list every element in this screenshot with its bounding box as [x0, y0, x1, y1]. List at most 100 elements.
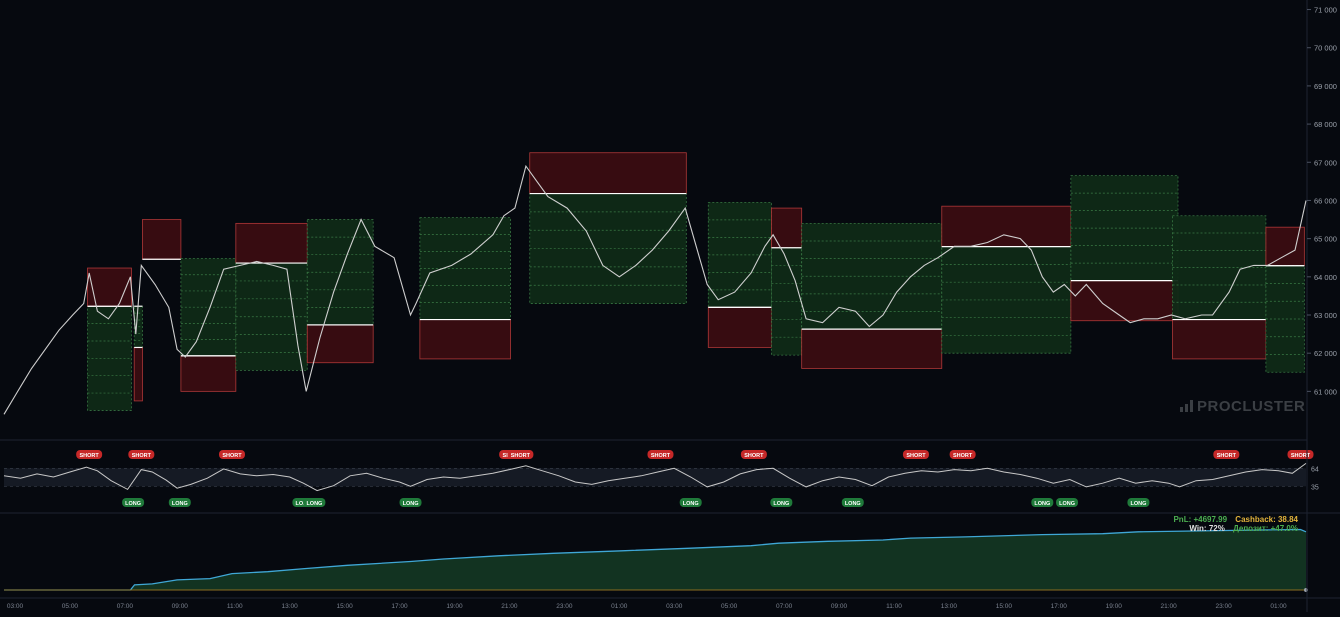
- time-tick-label: 09:00: [831, 603, 848, 610]
- time-tick-label: 11:00: [227, 603, 243, 610]
- trade-zone-short: [801, 328, 943, 369]
- time-tick-label: 01:00: [611, 603, 628, 610]
- time-tick-label: 03:00: [7, 603, 24, 610]
- signal-long: LONG: [168, 498, 191, 507]
- time-tick-label: 21:00: [1161, 603, 1178, 610]
- signal-label: LONG: [403, 501, 419, 507]
- time-tick-label: 13:00: [282, 603, 299, 610]
- signal-long: LONG: [1056, 498, 1079, 507]
- osc-band: [4, 468, 1306, 487]
- time-tick-label: 11:00: [886, 603, 902, 610]
- trade-zone-short: [235, 222, 308, 264]
- trade-zone-short: [529, 152, 687, 194]
- cashback-value: Cashback: 38.84: [1235, 515, 1298, 524]
- signal-label: SHORT: [1291, 453, 1311, 459]
- trade-zone-short: [306, 324, 374, 364]
- equity-pane[interactable]: [4, 528, 1308, 593]
- signal-short: SHORT: [1213, 450, 1240, 459]
- signal-short: SHORT: [218, 450, 245, 459]
- signal-short: SHORT: [949, 450, 976, 459]
- watermark-prefix: PRO: [1197, 398, 1232, 415]
- signal-label: LONG: [1130, 501, 1146, 507]
- signal-long: LONG: [841, 498, 864, 507]
- time-tick-label: 23:00: [556, 603, 573, 610]
- trade-zone-short: [941, 205, 1072, 248]
- logo-bars-icon: [1180, 400, 1193, 412]
- time-tick-label: 09:00: [172, 603, 189, 610]
- signal-long: LONG: [679, 498, 702, 507]
- price-tick-label: 67 000: [1314, 158, 1337, 167]
- signal-short: SHORT: [128, 450, 155, 459]
- time-tick-label: 07:00: [776, 603, 793, 610]
- time-tick-label: 15:00: [336, 603, 353, 610]
- signal-long: LONG: [770, 498, 793, 507]
- signal-label: LONG: [683, 501, 699, 507]
- time-tick-label: 05:00: [721, 603, 738, 610]
- trade-zone-short: [771, 207, 803, 249]
- signal-short: SHORT: [740, 450, 767, 459]
- signal-long: LONG: [303, 498, 326, 507]
- procluster-watermark: PROCLUSTER: [1180, 398, 1305, 415]
- price-pane[interactable]: [3, 152, 1307, 415]
- oscillator-pane[interactable]: SHORT SHORT SHORT SHORT SHORT SHORT SHORT SHORT…: [3, 450, 1314, 507]
- signal-label: LONG: [306, 501, 322, 507]
- price-tick-label: 68 000: [1314, 120, 1337, 129]
- osc-tick-label: 35: [1311, 484, 1319, 491]
- trading-chart-screen: SHORT SHORT SHORT SHORT SHORT SHORT SHORT SHORT…: [0, 0, 1340, 612]
- signal-label: LONG: [773, 501, 789, 507]
- signal-short: SHORT: [1287, 450, 1314, 459]
- signal-long: LONG: [122, 498, 145, 507]
- signal-label: LONG: [845, 501, 861, 507]
- win-rate-value: Win: 72%: [1189, 524, 1225, 533]
- signal-short: SHORT: [902, 450, 929, 459]
- chart-canvas[interactable]: SHORT SHORT SHORT SHORT SHORT SHORT SHORT SHORT…: [0, 0, 1340, 612]
- signal-label: SHORT: [906, 453, 926, 459]
- signal-label: SHORT: [953, 453, 973, 459]
- signal-long: LONG: [1127, 498, 1150, 507]
- signal-label: LONG: [172, 501, 188, 507]
- trade-zone-short: [142, 219, 182, 260]
- signal-label: LONG: [1059, 501, 1075, 507]
- time-tick-label: 17:00: [1051, 603, 1068, 610]
- time-tick-label: 19:00: [446, 603, 463, 610]
- stats-row-1: PnL: +4697.99 Cashback: 38.84: [1167, 515, 1298, 524]
- price-tick-label: 71 000: [1314, 6, 1337, 15]
- trade-zone-long: [1172, 215, 1267, 320]
- price-tick-label: 62 000: [1314, 349, 1337, 358]
- trade-zone-short: [133, 347, 143, 402]
- trade-zone-short: [1070, 280, 1179, 322]
- signal-short: SHORT: [507, 450, 534, 459]
- signal-label: SHORT: [651, 453, 671, 459]
- signal-short: SHORT: [76, 450, 103, 459]
- time-tick-label: 17:00: [391, 603, 408, 610]
- signal-long: LONG: [1031, 498, 1054, 507]
- time-tick-label: 03:00: [666, 603, 683, 610]
- price-tick-label: 63 000: [1314, 311, 1337, 320]
- signal-label: LONG: [1034, 501, 1050, 507]
- price-tick-label: 70 000: [1314, 44, 1337, 53]
- signal-short: SHORT: [647, 450, 674, 459]
- price-tick-label: 65 000: [1314, 235, 1337, 244]
- pnl-value: PnL: +4697.99: [1173, 515, 1228, 524]
- signal-label: SHORT: [132, 453, 152, 459]
- trade-zone-short: [87, 267, 132, 307]
- trade-zone-short: [419, 319, 511, 360]
- stats-row-2: Win: 72% Депозит: +47.0%: [1183, 524, 1298, 533]
- time-tick-label: 07:00: [117, 603, 134, 610]
- trade-zone-short: [180, 355, 237, 392]
- signal-label: SHORT: [222, 453, 242, 459]
- price-tick-label: 66 000: [1314, 196, 1337, 205]
- price-tick-label: 69 000: [1314, 82, 1337, 91]
- time-tick-label: 23:00: [1215, 603, 1232, 610]
- equity-area: [4, 529, 1306, 590]
- deposit-value: Депозит: +47.0%: [1233, 524, 1298, 533]
- time-tick-label: 19:00: [1106, 603, 1123, 610]
- time-tick-label: 13:00: [941, 603, 958, 610]
- time-tick-label: 21:00: [501, 603, 518, 610]
- trade-zone-short: [1172, 319, 1267, 360]
- signal-label: SHORT: [80, 453, 100, 459]
- price-tick-label: 61 000: [1314, 387, 1337, 396]
- signal-long: LONG: [399, 498, 422, 507]
- signal-label: SHORT: [511, 453, 531, 459]
- time-tick-label: 05:00: [62, 603, 79, 610]
